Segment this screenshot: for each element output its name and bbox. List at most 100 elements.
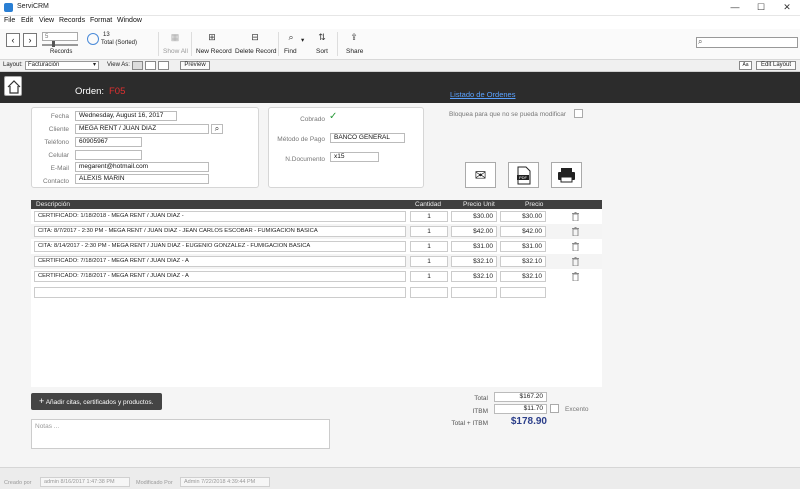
- cobrado-checkbox[interactable]: ✓: [329, 111, 337, 122]
- contacto-field[interactable]: ALEXIS MARIN: [75, 174, 209, 184]
- delete-row-trash-icon[interactable]: [572, 212, 579, 223]
- menu-window[interactable]: Window: [117, 17, 142, 24]
- sort-button[interactable]: Sort: [316, 48, 328, 55]
- item-cantidad-field[interactable]: 1: [410, 211, 448, 222]
- documento-field[interactable]: x15: [330, 152, 379, 162]
- new-item-description-field[interactable]: [34, 287, 406, 298]
- found-label: Total (Sorted): [101, 40, 138, 46]
- new-item-precio-unit-field[interactable]: [451, 287, 497, 298]
- edit-layout-button[interactable]: Edit Layout: [756, 61, 796, 70]
- menu-format[interactable]: Format: [90, 17, 112, 24]
- title-bar: [0, 0, 800, 16]
- plus-icon: +: [39, 396, 45, 406]
- notas-field[interactable]: Notas ...: [31, 419, 330, 449]
- item-precio-unit-field[interactable]: $31.00: [451, 241, 497, 252]
- metodo-pago-label: Método de Pago: [277, 136, 325, 143]
- close-button[interactable]: ✕: [774, 0, 800, 16]
- creado-label: Creado por: [4, 480, 32, 486]
- item-precio-field[interactable]: $32.10: [500, 256, 546, 267]
- view-as-label: View As:: [107, 62, 130, 68]
- item-cantidad-field[interactable]: 1: [410, 271, 448, 282]
- item-description-field[interactable]: CERTIFICADO: 7/18/2017 - MEGA RENT / JUA…: [34, 271, 406, 282]
- menu-edit[interactable]: Edit: [21, 17, 33, 24]
- item-precio-unit-field[interactable]: $30.00: [451, 211, 497, 222]
- item-description-field[interactable]: CERTIFICADO: 1/18/2018 - MEGA RENT / JUA…: [34, 211, 406, 222]
- view-table-button[interactable]: [158, 61, 169, 70]
- total-label: Total: [474, 395, 488, 402]
- item-cantidad-field[interactable]: 1: [410, 256, 448, 267]
- menu-view[interactable]: View: [39, 17, 54, 24]
- item-description-field[interactable]: CERTIFICADO: 7/18/2017 - MEGA RENT / JUA…: [34, 256, 406, 267]
- metodo-pago-field[interactable]: BANCO GENERAL: [330, 133, 405, 143]
- home-button[interactable]: [4, 76, 22, 96]
- item-precio-field[interactable]: $30.00: [500, 211, 546, 222]
- print-button[interactable]: [551, 162, 582, 188]
- email-field[interactable]: megarent@hotmail.com: [75, 162, 209, 172]
- prev-record-button[interactable]: ‹: [6, 33, 20, 47]
- item-precio-field[interactable]: $32.10: [500, 271, 546, 282]
- show-all-button[interactable]: Show All: [163, 48, 188, 55]
- toolbar-divider: [191, 32, 192, 56]
- item-precio-unit-field[interactable]: $42.00: [451, 226, 497, 237]
- item-description-field[interactable]: CITA: 8/14/2017 - 2:30 PM - MEGA RENT / …: [34, 241, 406, 252]
- delete-row-trash-icon[interactable]: [572, 272, 579, 283]
- quick-find-input[interactable]: [696, 37, 798, 48]
- delete-row-trash-icon[interactable]: [572, 227, 579, 238]
- fecha-field[interactable]: Wednesday, August 16, 2017: [75, 111, 177, 121]
- modificado-label: Modificado Por: [136, 480, 173, 486]
- email-button[interactable]: ✉: [465, 162, 496, 188]
- toolbar-divider: [158, 32, 159, 56]
- chevron-down-icon: ▾: [92, 62, 96, 68]
- share-button[interactable]: Share: [346, 48, 363, 55]
- item-precio-field[interactable]: $42.00: [500, 226, 546, 237]
- layout-select-value: Facturación: [28, 62, 60, 68]
- new-item-precio-field[interactable]: [500, 287, 546, 298]
- delete-record-button[interactable]: Delete Record: [235, 48, 277, 55]
- delete-row-trash-icon[interactable]: [572, 242, 579, 253]
- record-number-input[interactable]: 5: [42, 32, 78, 41]
- search-client-button[interactable]: ⌕: [211, 124, 223, 134]
- add-items-button[interactable]: + Añadir citas, certificados y productos…: [31, 393, 162, 410]
- minimize-button[interactable]: —: [722, 0, 748, 16]
- delete-row-trash-icon[interactable]: [572, 257, 579, 268]
- listado-ordenes-link[interactable]: Listado de Ordenes: [450, 90, 515, 99]
- item-cantidad-field[interactable]: 1: [410, 241, 448, 252]
- view-list-button[interactable]: [145, 61, 156, 70]
- found-count: 13: [103, 32, 110, 38]
- item-description-field[interactable]: CITA: 8/7/2017 - 2:30 PM - MEGA RENT / J…: [34, 226, 406, 237]
- pdf-button[interactable]: PDF: [508, 162, 539, 188]
- item-precio-field[interactable]: $31.00: [500, 241, 546, 252]
- find-dropdown-icon[interactable]: ▾: [301, 36, 304, 44]
- col-precio-unit: Precio Unit: [463, 201, 495, 208]
- excento-label: Excento: [565, 406, 589, 413]
- creado-field: admin 8/16/2017 1:47:38 PM: [40, 477, 130, 487]
- preview-button[interactable]: Preview: [180, 61, 210, 70]
- record-slider[interactable]: [42, 44, 78, 46]
- next-record-button[interactable]: ›: [23, 33, 37, 47]
- maximize-button[interactable]: ☐: [748, 0, 774, 16]
- total-field: $167.20: [494, 392, 547, 402]
- telefono-field[interactable]: 60905967: [75, 137, 142, 147]
- col-cantidad: Cantidad: [415, 201, 442, 208]
- find-button[interactable]: Find: [284, 48, 297, 55]
- grand-total-label: Total + ITBM: [451, 420, 488, 427]
- item-precio-unit-field[interactable]: $32.10: [451, 271, 497, 282]
- item-precio-unit-field[interactable]: $32.10: [451, 256, 497, 267]
- celular-field[interactable]: [75, 150, 142, 160]
- layout-select[interactable]: Facturación ▾: [25, 61, 99, 70]
- view-form-button[interactable]: [132, 61, 143, 70]
- menu-records[interactable]: Records: [59, 17, 85, 24]
- lock-checkbox[interactable]: [574, 109, 583, 118]
- formatting-bar-button[interactable]: Aa: [739, 61, 752, 70]
- slider-knob[interactable]: [52, 41, 55, 47]
- grand-total-value: $178.90: [510, 416, 547, 427]
- window-title: ServiCRM: [17, 3, 49, 10]
- excento-checkbox[interactable]: [550, 404, 559, 413]
- share-icon: ⇪: [350, 32, 358, 42]
- itbm-label: ITBM: [472, 408, 488, 415]
- new-record-button[interactable]: New Record: [196, 48, 232, 55]
- item-cantidad-field[interactable]: 1: [410, 226, 448, 237]
- cliente-field[interactable]: MEGA RENT / JUAN DIAZ: [75, 124, 209, 134]
- menu-file[interactable]: File: [4, 17, 15, 24]
- new-item-cantidad-field[interactable]: [410, 287, 448, 298]
